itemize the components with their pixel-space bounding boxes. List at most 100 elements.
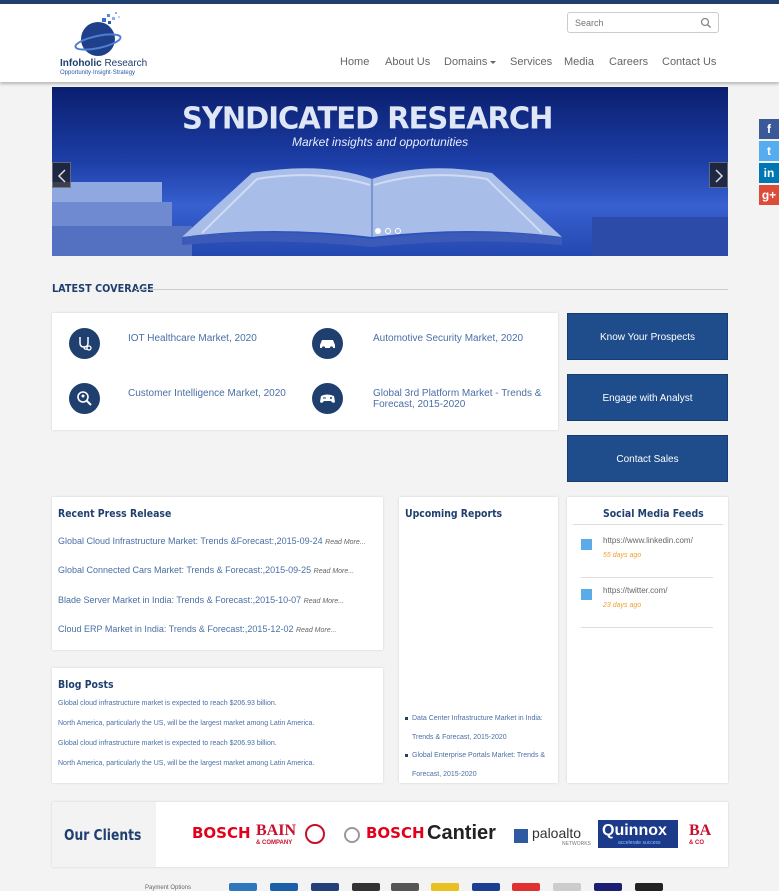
twitter-icon [581, 539, 592, 550]
carousel-dot-1[interactable] [375, 228, 381, 234]
site-header: Infoholic Research Opportunity·Insight·S… [0, 4, 779, 82]
amex-icon [229, 883, 257, 891]
upcoming-reports-panel: Upcoming Reports Data Center Infrastruct… [399, 497, 558, 783]
press-release-title: Recent Press Release [58, 507, 172, 520]
client-logo-bosch-2: BOSCH [366, 824, 425, 842]
nav-domains-label: Domains [444, 56, 488, 68]
coverage-item-link[interactable]: Customer Intelligence Market, 2020 [128, 388, 308, 399]
search-box [567, 12, 719, 33]
clients-title: Our Clients [64, 826, 142, 844]
section-divider [136, 289, 728, 290]
nav-domains[interactable]: Domains [444, 56, 497, 68]
carousel-indicators [375, 228, 405, 236]
car-icon [312, 328, 343, 359]
press-release-panel: Recent Press Release Global Cloud Infras… [52, 497, 383, 650]
globe-logo-icon [74, 12, 122, 56]
chevron-right-icon [715, 169, 724, 183]
nav-services[interactable]: Services [510, 56, 552, 68]
blog-post-link[interactable]: Global cloud infrastructure market is ex… [58, 740, 277, 747]
divider [573, 524, 723, 525]
jcb-icon [431, 883, 459, 891]
magnifier-person-icon [69, 383, 100, 414]
chevron-down-icon [490, 60, 497, 64]
feed-time: 23 days ago [603, 602, 642, 609]
press-release-item[interactable]: Cloud ERP Market in India: Trends & Fore… [58, 624, 336, 634]
coverage-item-link[interactable]: Global 3rd Platform Market - Trends & Fo… [373, 388, 543, 410]
coverage-item-link[interactable]: IOT Healthcare Market, 2020 [128, 333, 308, 344]
carousel-next-button[interactable] [709, 162, 728, 188]
nav-about-us[interactable]: About Us [385, 56, 430, 68]
blog-posts-title: Blog Posts [58, 678, 114, 691]
delta-icon [311, 883, 339, 891]
card-icon [270, 883, 298, 891]
upcoming-report-item[interactable]: Global Enterprise Portals Market: Trends… [405, 746, 550, 783]
engage-analyst-button[interactable]: Engage with Analyst [567, 374, 728, 421]
diners-icon [352, 883, 380, 891]
social-feed-item[interactable]: https://www.linkedin.com/ 55 days ago [581, 530, 713, 578]
stethoscope-icon [69, 328, 100, 359]
bullet [405, 754, 408, 757]
gamepad-icon [312, 383, 343, 414]
client-logo-bain-partial: BA [689, 822, 712, 839]
visa-icon [594, 883, 622, 891]
twitter-icon [581, 589, 592, 600]
bain-emblem-icon [305, 824, 325, 844]
bullet [405, 717, 408, 720]
carousel-dot-2[interactable] [385, 228, 391, 234]
social-sidebar: f t in g+ [759, 119, 779, 207]
nav-media[interactable]: Media [564, 56, 594, 68]
carousel-dot-3[interactable] [395, 228, 401, 234]
press-release-item[interactable]: Global Connected Cars Market: Trends & F… [58, 565, 354, 575]
nav-home[interactable]: Home [340, 56, 369, 68]
search-input[interactable] [568, 13, 688, 32]
chevron-left-icon [57, 169, 66, 183]
client-logo-bain-partial-sub: & CO [689, 840, 704, 846]
nav-contact-us[interactable]: Contact Us [662, 56, 716, 68]
upcoming-report-item[interactable]: Data Center Infrastructure Market in Ind… [405, 709, 550, 749]
client-logo-quinnox: Quinnox [602, 822, 667, 839]
hero-title: SYNDICATED RESEARCH [182, 100, 553, 136]
feed-url: https://twitter.com/ [603, 586, 668, 595]
hero-subtitle: Market insights and opportunities [292, 135, 469, 149]
visa-electron-icon [635, 883, 663, 891]
press-release-item[interactable]: Global Cloud Infrastructure Market: Tren… [58, 536, 366, 546]
linkedin-icon[interactable]: in [759, 163, 779, 183]
main-nav: Home About Us Domains Services Media Car… [0, 56, 779, 72]
search-icon[interactable] [700, 17, 712, 29]
feed-url: https://www.linkedin.com/ [603, 536, 693, 545]
contact-sales-button[interactable]: Contact Sales [567, 435, 728, 482]
clients-title-block: Our Clients [52, 802, 156, 867]
coverage-item-link[interactable]: Automotive Security Market, 2020 [373, 333, 553, 344]
upcoming-reports-title: Upcoming Reports [405, 507, 503, 520]
latest-coverage-panel: IOT Healthcare Market, 2020 Automotive S… [52, 313, 558, 430]
client-logo-cantier: Cantier [427, 822, 496, 844]
clients-strip: Our Clients BOSCH BAIN & COMPANY BOSCH C… [52, 802, 728, 867]
social-feeds-panel: Social Media Feeds https://www.linkedin.… [567, 497, 728, 783]
blog-posts-panel: Blog Posts Global cloud infrastructure m… [52, 668, 383, 783]
quinnox-logo-box: Quinnox accelerate success [598, 820, 678, 848]
solo-icon [553, 883, 581, 891]
bosch-emblem-icon [344, 827, 360, 843]
social-feed-item[interactable]: https://twitter.com/ 23 days ago [581, 580, 713, 628]
carousel-prev-button[interactable] [52, 162, 71, 188]
latest-coverage-header: LATEST COVERAGE [52, 282, 728, 296]
press-release-item[interactable]: Blade Server Market in India: Trends & F… [58, 595, 344, 605]
payment-options-label: Payment Options [145, 885, 192, 891]
paloalto-emblem-icon [514, 829, 528, 843]
know-your-prospects-button[interactable]: Know Your Prospects [567, 313, 728, 360]
nav-careers[interactable]: Careers [609, 56, 648, 68]
blog-post-link[interactable]: North America, particularly the US, will… [58, 760, 314, 767]
blog-post-link[interactable]: Global cloud infrastructure market is ex… [58, 700, 277, 707]
twitter-icon[interactable]: t [759, 141, 779, 161]
client-logo-paloalto-sub: NETWORKS [562, 841, 591, 847]
client-logo-bain-sub: & COMPANY [256, 840, 293, 846]
discover-icon [391, 883, 419, 891]
client-logo-bain: BAIN [256, 822, 297, 839]
googleplus-icon[interactable]: g+ [759, 185, 779, 205]
hero-carousel[interactable]: SYNDICATED RESEARCH Market insights and … [52, 87, 728, 256]
client-logo-bosch: BOSCH [192, 824, 251, 842]
mastercard-icon [512, 883, 540, 891]
facebook-icon[interactable]: f [759, 119, 779, 139]
client-logo-paloalto: paloalto [532, 825, 582, 841]
blog-post-link[interactable]: North America, particularly the US, will… [58, 720, 314, 727]
